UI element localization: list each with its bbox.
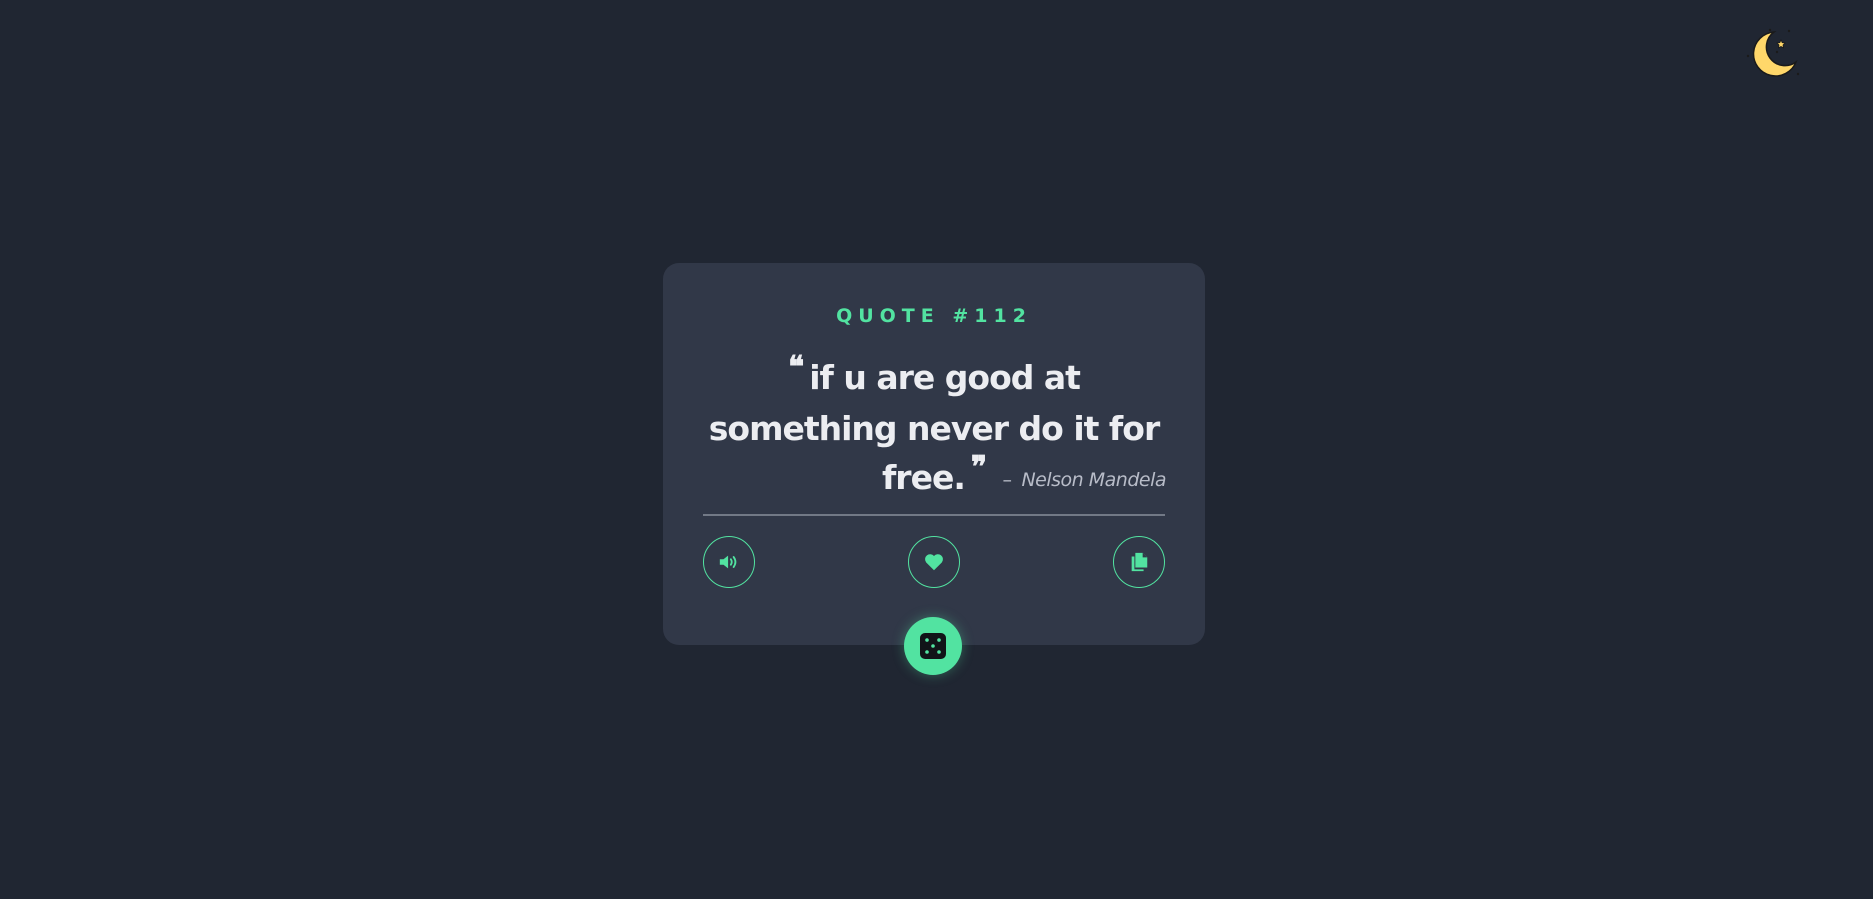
- page: QUOTE #112 ❝ if u are good at something n…: [0, 0, 1873, 899]
- author-dash: –: [1002, 469, 1012, 491]
- star-dot-icon: [1787, 29, 1791, 33]
- quote-number: QUOTE #112: [836, 305, 1032, 327]
- author-name: Nelson Mandela: [1021, 469, 1166, 491]
- star-dot-icon: [1746, 54, 1750, 58]
- star-dot-icon: [1768, 28, 1772, 32]
- close-quote-icon: ❞: [970, 450, 987, 485]
- speak-button[interactable]: [703, 536, 755, 588]
- copy-button[interactable]: [1113, 536, 1165, 588]
- moon-icon: [1746, 28, 1800, 77]
- copy-icon: [1131, 552, 1148, 572]
- speaker-icon: [719, 555, 737, 569]
- like-button[interactable]: [908, 536, 960, 588]
- random-quote-button[interactable]: [904, 617, 962, 675]
- divider: [703, 514, 1165, 516]
- heart-icon: [925, 554, 943, 571]
- quote-author: – Nelson Mandela: [1002, 469, 1166, 491]
- star-dot-icon: [1796, 72, 1800, 76]
- star-icon: [1776, 39, 1786, 49]
- dice-icon: [920, 633, 946, 659]
- open-quote-icon: ❝: [788, 350, 804, 385]
- star-dot-icon: [1775, 50, 1779, 54]
- quote-card: QUOTE #112 ❝ if u are good at something n…: [663, 263, 1205, 645]
- theme-toggle-button[interactable]: [1744, 26, 1800, 82]
